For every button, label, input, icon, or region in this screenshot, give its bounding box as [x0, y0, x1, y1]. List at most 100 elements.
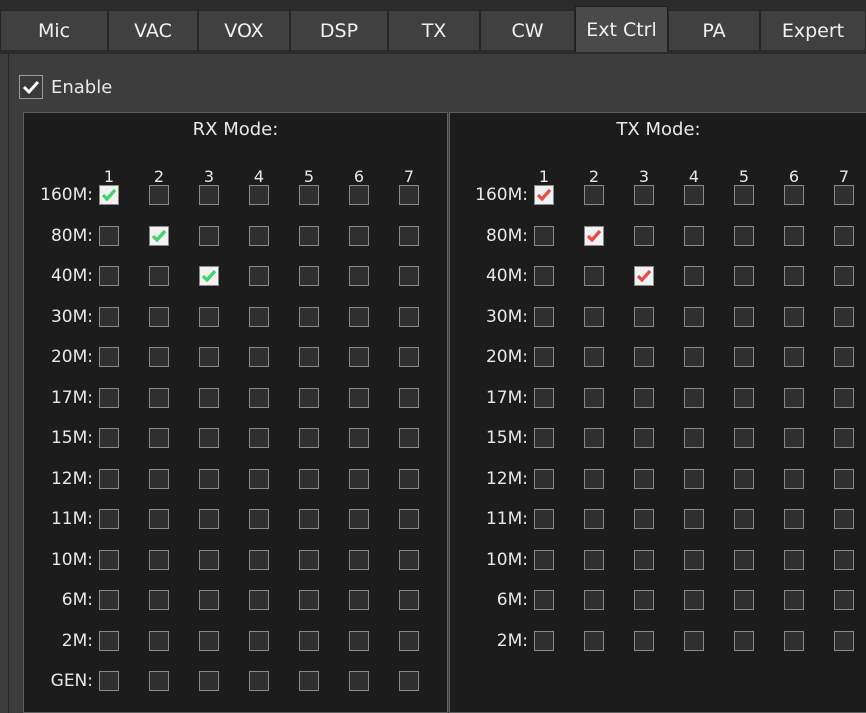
tx-band-checkbox[interactable] — [584, 509, 604, 529]
rx-band-checkbox[interactable] — [149, 225, 169, 246]
rx-band-checkbox[interactable] — [149, 509, 169, 529]
rx-band-checkbox[interactable] — [99, 306, 119, 327]
rx-band-checkbox[interactable] — [199, 509, 219, 529]
tab-pa[interactable]: PA — [668, 10, 760, 50]
rx-band-checkbox[interactable] — [299, 671, 319, 691]
rx-band-checkbox[interactable] — [299, 266, 319, 286]
rx-band-checkbox[interactable] — [249, 306, 269, 327]
tx-band-checkbox[interactable] — [784, 630, 804, 651]
tab-vox[interactable]: VOX — [198, 10, 290, 50]
rx-band-checkbox[interactable] — [149, 468, 169, 489]
tx-band-checkbox[interactable] — [534, 428, 554, 448]
rx-band-checkbox[interactable] — [149, 630, 169, 651]
rx-band-checkbox[interactable] — [349, 549, 369, 570]
rx-band-checkbox[interactable] — [249, 428, 269, 448]
rx-band-checkbox[interactable] — [199, 347, 219, 367]
tx-band-checkbox[interactable] — [734, 306, 754, 327]
rx-band-checkbox[interactable] — [199, 468, 219, 489]
rx-band-checkbox[interactable] — [199, 630, 219, 651]
rx-band-checkbox[interactable] — [249, 225, 269, 246]
tx-band-checkbox[interactable] — [784, 347, 804, 367]
rx-band-checkbox[interactable] — [199, 306, 219, 327]
tx-band-checkbox[interactable] — [784, 387, 804, 408]
rx-band-checkbox[interactable] — [199, 185, 219, 205]
tx-band-checkbox[interactable] — [534, 468, 554, 489]
rx-band-checkbox[interactable] — [299, 306, 319, 327]
rx-band-checkbox[interactable] — [349, 306, 369, 327]
rx-band-checkbox[interactable] — [299, 549, 319, 570]
tx-band-checkbox[interactable] — [684, 509, 704, 529]
tx-band-checkbox[interactable] — [534, 306, 554, 327]
tx-band-checkbox[interactable] — [584, 306, 604, 327]
tx-band-checkbox[interactable] — [834, 306, 854, 327]
tab-cw[interactable]: CW — [480, 10, 575, 50]
tx-band-checkbox[interactable] — [734, 509, 754, 529]
tx-band-checkbox[interactable] — [834, 549, 854, 570]
tx-band-checkbox[interactable] — [784, 306, 804, 327]
tx-band-checkbox[interactable] — [634, 387, 654, 408]
rx-band-checkbox[interactable] — [399, 630, 419, 651]
rx-band-checkbox[interactable] — [99, 549, 119, 570]
tx-band-checkbox[interactable] — [534, 185, 554, 205]
rx-band-checkbox[interactable] — [249, 266, 269, 286]
tab-vac[interactable]: VAC — [108, 10, 198, 50]
rx-band-checkbox[interactable] — [299, 387, 319, 408]
rx-band-checkbox[interactable] — [349, 468, 369, 489]
rx-band-checkbox[interactable] — [249, 671, 269, 691]
tx-band-checkbox[interactable] — [584, 387, 604, 408]
rx-band-checkbox[interactable] — [349, 428, 369, 448]
tx-band-checkbox[interactable] — [684, 590, 704, 610]
tx-band-checkbox[interactable] — [634, 185, 654, 205]
tx-band-checkbox[interactable] — [784, 509, 804, 529]
tx-band-checkbox[interactable] — [684, 347, 704, 367]
rx-band-checkbox[interactable] — [249, 387, 269, 408]
tx-band-checkbox[interactable] — [584, 428, 604, 448]
rx-band-checkbox[interactable] — [249, 185, 269, 205]
rx-band-checkbox[interactable] — [349, 225, 369, 246]
rx-band-checkbox[interactable] — [249, 347, 269, 367]
tx-band-checkbox[interactable] — [534, 387, 554, 408]
tab-expert[interactable]: Expert — [760, 10, 866, 50]
rx-band-checkbox[interactable] — [99, 630, 119, 651]
enable-option[interactable]: Enable — [19, 74, 112, 100]
rx-band-checkbox[interactable] — [349, 185, 369, 205]
rx-band-checkbox[interactable] — [299, 185, 319, 205]
rx-band-checkbox[interactable] — [399, 468, 419, 489]
rx-band-checkbox[interactable] — [199, 549, 219, 570]
tx-band-checkbox[interactable] — [684, 428, 704, 448]
tx-band-checkbox[interactable] — [734, 630, 754, 651]
tx-band-checkbox[interactable] — [734, 225, 754, 246]
tx-band-checkbox[interactable] — [584, 630, 604, 651]
rx-band-checkbox[interactable] — [199, 266, 219, 286]
tx-band-checkbox[interactable] — [784, 428, 804, 448]
rx-band-checkbox[interactable] — [349, 266, 369, 286]
rx-band-checkbox[interactable] — [99, 225, 119, 246]
tx-band-checkbox[interactable] — [634, 509, 654, 529]
tx-band-checkbox[interactable] — [684, 387, 704, 408]
rx-band-checkbox[interactable] — [399, 185, 419, 205]
rx-band-checkbox[interactable] — [199, 387, 219, 408]
rx-band-checkbox[interactable] — [299, 225, 319, 246]
rx-band-checkbox[interactable] — [149, 185, 169, 205]
rx-band-checkbox[interactable] — [399, 306, 419, 327]
tx-band-checkbox[interactable] — [684, 185, 704, 205]
tx-band-checkbox[interactable] — [584, 185, 604, 205]
rx-band-checkbox[interactable] — [399, 347, 419, 367]
tx-band-checkbox[interactable] — [684, 630, 704, 651]
tx-band-checkbox[interactable] — [534, 549, 554, 570]
rx-band-checkbox[interactable] — [399, 590, 419, 610]
tx-band-checkbox[interactable] — [684, 306, 704, 327]
tx-band-checkbox[interactable] — [734, 590, 754, 610]
tx-band-checkbox[interactable] — [634, 428, 654, 448]
rx-band-checkbox[interactable] — [99, 387, 119, 408]
rx-band-checkbox[interactable] — [399, 225, 419, 246]
tx-band-checkbox[interactable] — [834, 387, 854, 408]
rx-band-checkbox[interactable] — [299, 509, 319, 529]
tx-band-checkbox[interactable] — [584, 549, 604, 570]
tx-band-checkbox[interactable] — [584, 225, 604, 246]
rx-band-checkbox[interactable] — [199, 590, 219, 610]
tx-band-checkbox[interactable] — [834, 225, 854, 246]
tx-band-checkbox[interactable] — [784, 185, 804, 205]
tx-band-checkbox[interactable] — [834, 347, 854, 367]
tx-band-checkbox[interactable] — [684, 468, 704, 489]
